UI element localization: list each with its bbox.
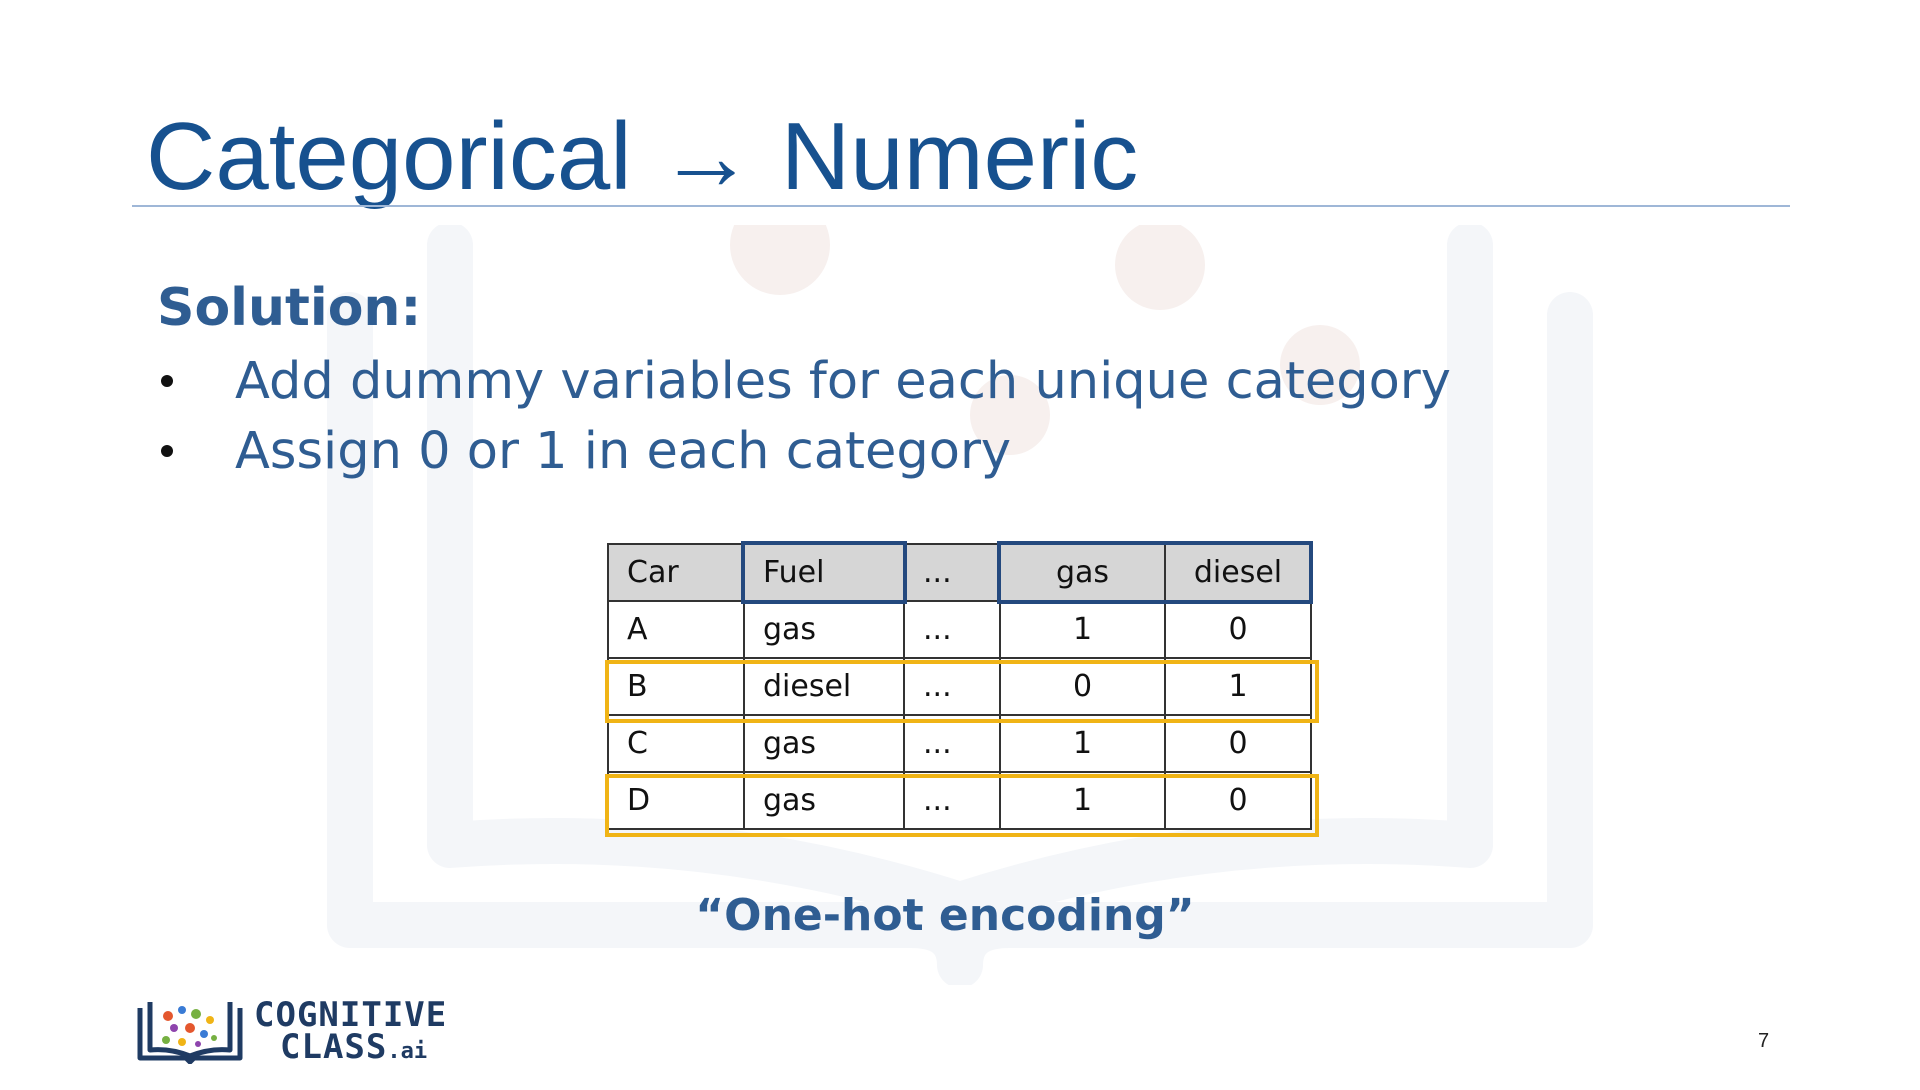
bullet-text: Assign 0 or 1 in each category xyxy=(235,421,1012,481)
logo-ai-suffix: .ai xyxy=(387,1039,428,1064)
encoding-table-container: Car Fuel ... gas diesel A gas ... 1 0 B xyxy=(605,541,1319,837)
bullet-item: Assign 0 or 1 in each category xyxy=(157,416,1451,486)
title-categorical: Categorical xyxy=(146,103,632,210)
slide: Categorical → Numeric Solution: Add dumm… xyxy=(0,0,1920,1090)
cell-car: C xyxy=(607,714,745,773)
logo-line-class: CLASS.ai xyxy=(254,1030,447,1064)
cell-ellipsis: ... xyxy=(903,657,1001,716)
title-numeric: Numeric xyxy=(780,103,1139,210)
title-divider xyxy=(132,205,1790,207)
book-network-icon xyxy=(137,1002,243,1064)
header-ellipsis: ... xyxy=(903,543,1001,602)
logo-wordmark: COGNITIVE CLASS.ai xyxy=(254,998,447,1064)
bullet-icon xyxy=(161,445,173,457)
cell-ellipsis: ... xyxy=(903,600,1001,659)
cell-ellipsis: ... xyxy=(903,771,1001,830)
bullet-text: Add dummy variables for each unique cate… xyxy=(235,351,1451,411)
solution-heading: Solution: xyxy=(157,278,422,338)
cell-ellipsis: ... xyxy=(903,714,1001,773)
header-fuel: Fuel xyxy=(743,543,905,602)
page-number: 7 xyxy=(1758,1030,1770,1052)
cell-fuel: gas xyxy=(743,771,905,830)
cell-fuel: diesel xyxy=(743,657,905,716)
table-row: C gas ... 1 0 xyxy=(607,714,1312,773)
one-hot-caption: “One-hot encoding” xyxy=(695,890,1195,941)
slide-title: Categorical → Numeric xyxy=(146,102,1138,212)
encoding-table: Car Fuel ... gas diesel A gas ... 1 0 B xyxy=(607,543,1312,830)
cell-car: B xyxy=(607,657,745,716)
cell-diesel: 1 xyxy=(1164,657,1312,716)
cell-diesel: 0 xyxy=(1164,600,1312,659)
cell-diesel: 0 xyxy=(1164,771,1312,830)
arrow-right-icon: → xyxy=(658,103,755,210)
table-row: A gas ... 1 0 xyxy=(607,600,1312,659)
cell-fuel: gas xyxy=(743,600,905,659)
cell-fuel: gas xyxy=(743,714,905,773)
bullet-item: Add dummy variables for each unique cate… xyxy=(157,346,1451,416)
logo-class-text: CLASS xyxy=(280,1027,388,1067)
cognitive-class-logo: COGNITIVE CLASS.ai xyxy=(136,998,447,1064)
table-row: D gas ... 1 0 xyxy=(607,771,1312,830)
cell-gas: 1 xyxy=(999,714,1166,773)
cell-car: A xyxy=(607,600,745,659)
bullet-list: Add dummy variables for each unique cate… xyxy=(157,346,1451,486)
cell-diesel: 0 xyxy=(1164,714,1312,773)
header-gas: gas xyxy=(999,543,1166,602)
bullet-icon xyxy=(161,375,173,387)
header-car: Car xyxy=(607,543,745,602)
cell-gas: 0 xyxy=(999,657,1166,716)
cell-car: D xyxy=(607,771,745,830)
table-row: B diesel ... 0 1 xyxy=(607,657,1312,716)
header-diesel: diesel xyxy=(1164,543,1312,602)
table-header-row: Car Fuel ... gas diesel xyxy=(607,543,1312,602)
cell-gas: 1 xyxy=(999,600,1166,659)
cell-gas: 1 xyxy=(999,771,1166,830)
